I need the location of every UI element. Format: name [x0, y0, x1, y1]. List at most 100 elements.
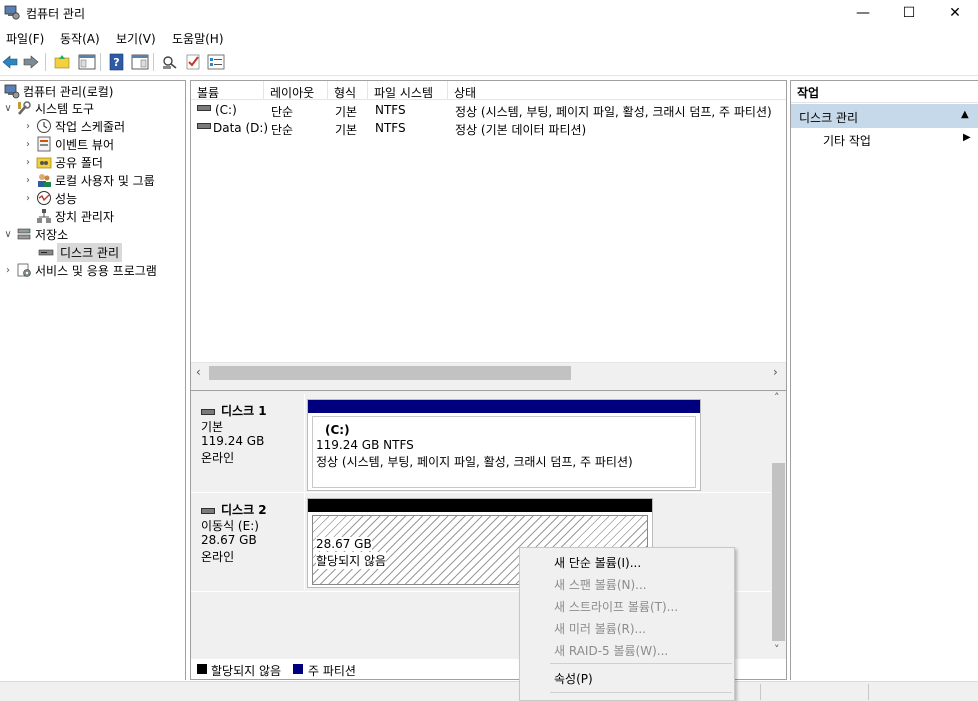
volume-name: Data (D:)	[213, 121, 269, 135]
column-header-layout[interactable]: 레이아웃	[264, 81, 328, 100]
chevron-right-icon[interactable]: ›	[2, 265, 14, 276]
volume-row[interactable]: Data (D:) 단순 기본 NTFS 정상 (기본 데이터 파티션)	[191, 119, 786, 137]
minimize-button[interactable]: —	[840, 0, 886, 26]
menu-action[interactable]: 동작(A)	[60, 30, 100, 47]
help-icon[interactable]: ?	[108, 53, 126, 71]
scroll-right-icon[interactable]: ›	[773, 365, 778, 379]
scroll-left-icon[interactable]: ‹	[196, 365, 201, 379]
tree-item-label: 공유 폴더	[55, 155, 103, 170]
unallocated-status: 할당되지 않음	[316, 552, 387, 569]
menu-item-new-spanned-volume[interactable]: 새 스팬 볼륨(N)...	[554, 576, 647, 593]
disk-management-icon	[38, 249, 54, 256]
partition-size-fs: 119.24 GB NTFS	[316, 438, 414, 452]
chevron-right-icon[interactable]: ›	[22, 175, 34, 186]
chevron-right-icon[interactable]: ›	[22, 157, 34, 168]
tree-item-task-scheduler[interactable]: › 작업 스케줄러	[22, 117, 125, 135]
disk-1-kind: 기본	[201, 420, 224, 434]
menu-item-new-raid5-volume[interactable]: 새 RAID-5 볼륨(W)...	[554, 642, 668, 659]
svg-text:?: ?	[113, 56, 119, 69]
volume-list-header: 볼륨 레이아웃 형식 파일 시스템 상태	[191, 81, 786, 100]
tree-item-services[interactable]: › 서비스 및 응용 프로그램	[2, 261, 157, 279]
scroll-up-icon[interactable]: ˄	[774, 391, 780, 404]
legend-primary-swatch	[293, 664, 303, 674]
column-header-type[interactable]: 형식	[328, 81, 368, 100]
device-manager-icon	[37, 209, 51, 223]
volume-type: 기본	[335, 123, 358, 137]
actions-more[interactable]: 기타 작업 ▶	[791, 129, 978, 149]
show-hide-tree-icon[interactable]	[78, 53, 96, 71]
volume-type: 기본	[335, 105, 358, 119]
column-header-status[interactable]: 상태	[448, 81, 786, 100]
navigation-tree: 컴퓨터 관리(로컬) ∨ 시스템 도구 › 작업 스케줄러 › 이벤트 뷰어 ›…	[0, 80, 186, 680]
connect-icon[interactable]	[161, 53, 179, 71]
services-icon	[17, 263, 31, 277]
menu-help[interactable]: 도움말(H)	[172, 30, 224, 47]
vertical-scrollbar[interactable]: ˄ ˅	[771, 391, 786, 659]
scroll-down-icon[interactable]: ˅	[774, 643, 780, 656]
chevron-right-icon[interactable]: ›	[22, 121, 34, 132]
pane-splitter[interactable]	[191, 382, 786, 391]
chevron-down-icon[interactable]: ∨	[2, 229, 14, 240]
partition-content: (C:) 119.24 GB NTFS 정상 (시스템, 부팅, 페이지 파일,…	[312, 416, 696, 488]
volume-status: 정상 (기본 데이터 파티션)	[455, 123, 587, 137]
primary-partition-bar	[308, 400, 700, 413]
tree-item-event-viewer[interactable]: › 이벤트 뷰어	[22, 135, 114, 153]
collapse-up-icon[interactable]: ▲	[961, 109, 969, 120]
horizontal-scrollbar[interactable]: ‹ ›	[191, 362, 786, 382]
disk-2-name: 디스크 2	[201, 501, 267, 518]
tree-item-local-users[interactable]: › 로컬 사용자 및 그룹	[22, 171, 155, 189]
disk-2-state: 온라인	[201, 550, 235, 564]
up-folder-icon[interactable]	[53, 53, 71, 71]
menu-view[interactable]: 보기(V)	[116, 30, 156, 47]
tree-item-performance[interactable]: › 성능	[22, 189, 77, 207]
show-hide-action-pane-icon[interactable]	[131, 53, 149, 71]
tree-item-storage[interactable]: ∨ 저장소	[2, 225, 68, 243]
back-arrow-icon[interactable]	[1, 53, 19, 71]
window-title: 컴퓨터 관리	[26, 7, 86, 21]
disk-1-name: 디스크 1	[201, 402, 267, 419]
volume-row[interactable]: (C:) 단순 기본 NTFS 정상 (시스템, 부팅, 페이지 파일, 활성,…	[191, 101, 786, 119]
tree-item-label: 시스템 도구	[35, 101, 95, 116]
maximize-button[interactable]: ☐	[886, 0, 932, 26]
column-header-filesystem[interactable]: 파일 시스템	[368, 81, 448, 100]
scroll-thumb[interactable]	[209, 366, 571, 380]
storage-icon	[17, 228, 31, 240]
tree-item-system-tools[interactable]: ∨ 시스템 도구	[2, 99, 94, 117]
actions-header: 작업	[791, 81, 978, 103]
scroll-thumb[interactable]	[772, 463, 785, 641]
disk-1-label[interactable]: 디스크 1 기본 119.24 GB 온라인	[191, 394, 305, 491]
column-header-volume[interactable]: 볼륨	[191, 81, 264, 100]
chevron-right-icon[interactable]: ›	[22, 193, 34, 204]
close-icon: ✕	[949, 5, 961, 21]
volume-fs: NTFS	[375, 121, 406, 135]
close-button[interactable]: ✕	[932, 0, 978, 26]
partition-c[interactable]: (C:) 119.24 GB NTFS 정상 (시스템, 부팅, 페이지 파일,…	[307, 399, 701, 491]
chevron-right-icon[interactable]: ›	[22, 139, 34, 150]
shared-folder-icon	[36, 157, 52, 169]
disk-1-state: 온라인	[201, 451, 235, 465]
menu-item-new-simple-volume[interactable]: 새 단순 볼륨(I)...	[554, 554, 641, 571]
tree-item-shared-folders[interactable]: › 공유 폴더	[22, 153, 103, 171]
menu-item-properties[interactable]: 속성(P)	[554, 670, 593, 687]
tree-item-root[interactable]: 컴퓨터 관리(로컬)	[2, 82, 113, 100]
menu-file[interactable]: 파일(F)	[6, 30, 44, 47]
actions-section-label: 디스크 관리	[799, 111, 859, 125]
menu-item-new-striped-volume[interactable]: 새 스트라이프 볼륨(T)...	[554, 598, 678, 615]
unallocated-bar	[308, 499, 652, 512]
disk-2-label[interactable]: 디스크 2 이동식 (E:) 28.67 GB 온라인	[191, 493, 305, 590]
tree-item-disk-management[interactable]: 디스크 관리	[36, 242, 123, 262]
tree-item-label: 장치 관리자	[55, 209, 115, 224]
properties-list-icon[interactable]	[207, 53, 225, 71]
submenu-arrow-icon: ▶	[963, 132, 971, 143]
tree-item-device-manager[interactable]: 장치 관리자	[34, 207, 114, 225]
chevron-down-icon[interactable]: ∨	[2, 103, 14, 114]
forward-arrow-icon[interactable]	[22, 53, 40, 71]
menu-bar: 파일(F) 동작(A) 보기(V) 도움말(H)	[0, 26, 978, 48]
tree-item-label: 성능	[55, 191, 78, 206]
tree-item-label: 저장소	[35, 227, 69, 242]
menu-item-new-mirrored-volume[interactable]: 새 미러 볼륨(R)...	[554, 620, 646, 637]
legend-unallocated-label: 할당되지 않음	[211, 664, 282, 678]
check-icon[interactable]	[184, 53, 202, 71]
actions-section-disk-management[interactable]: 디스크 관리 ▲	[791, 104, 978, 128]
legend-unallocated-swatch	[197, 664, 207, 674]
